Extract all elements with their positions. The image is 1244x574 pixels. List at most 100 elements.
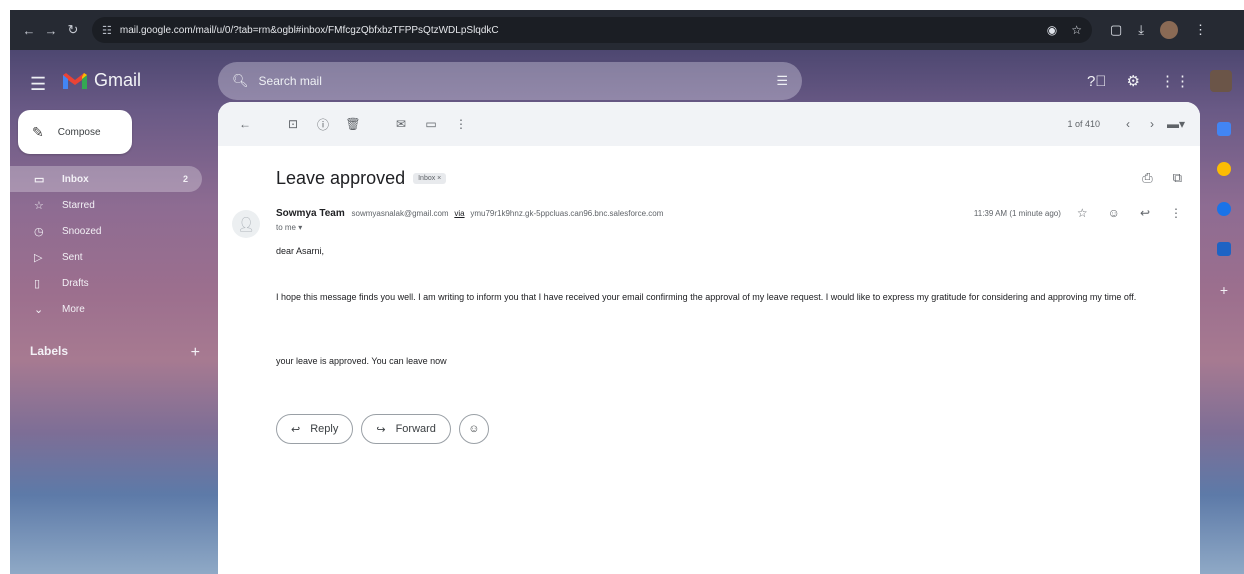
sender-line: Sowmya Team sowmyasnalak@gmail.com via y… [276,208,663,219]
sidebar-item-snoozed[interactable]: ◷ Snoozed [10,218,202,244]
sidebar-item-more[interactable]: ⌄ More [10,296,202,322]
sender-email: sowmyasnalak@gmail.com [351,209,449,218]
sender-avatar-person-icon: 👤︎ [232,210,260,238]
delete-trash-icon[interactable]: 🗑︎ [338,117,368,131]
bookmark-star-icon[interactable]: ☆ [1071,23,1082,37]
sidebar-item-label: Drafts [62,277,89,289]
reply-arrow-icon[interactable]: ↩ [1140,206,1150,220]
pencil-icon: ✎ [32,123,44,140]
smiley-icon: ☺ [468,423,480,435]
archive-icon[interactable]: ⊡ [278,117,308,131]
browser-actions: ▢ ⤓ ⋮ [1110,21,1207,39]
address-bar[interactable]: ☷ mail.google.com/mail/u/0/?tab=rm&ogbl#… [92,17,1092,43]
sidebar-item-label: More [62,303,85,315]
chevron-down-icon: ⌄ [34,303,44,316]
emoji-react-button[interactable]: ☺ [458,414,489,444]
gmail-wordmark: Gmail [94,70,142,90]
sidebar-item-sent[interactable]: ▷ Sent [10,244,202,270]
site-settings-icon[interactable]: ☷ [102,24,112,37]
eye-icon[interactable]: ◉ [1047,23,1057,37]
search-options-icon[interactable]: ☰ [776,73,788,89]
subject-actions: ⎙ ⧉ [1142,170,1182,186]
gmail-header: ☰ Gmail 🔍︎ Search mail ☰ ?⃝ ⚙ ⋮⋮ [10,50,1244,108]
download-icon[interactable]: ⤓ [1138,22,1144,38]
star-icon: ☆ [34,199,44,212]
move-to-folder-icon[interactable]: ▭ [416,117,446,131]
message-timestamp: 11:39 AM (1 minute ago) [973,208,1061,218]
newer-chevron-left-icon[interactable]: ‹ [1116,117,1140,131]
keep-icon[interactable] [1217,162,1231,176]
sender-name: Sowmya Team [276,208,345,219]
forward-arrow-icon[interactable]: → [40,23,62,38]
message-toolbar: ← ⊡ ⓘ 🗑︎ ✉ ▭ ⋮ 1 of 410 ‹ › ▬▾ [218,102,1200,146]
calendar-icon[interactable] [1217,122,1231,136]
reply-button[interactable]: ↩ Reply [276,414,354,444]
gmail-logo[interactable]: Gmail [62,70,141,91]
browser-menu-icon[interactable]: ⋮ [1194,22,1207,38]
sidebar-item-drafts[interactable]: ▯ Drafts [10,270,202,296]
browser-profile-avatar[interactable] [1160,21,1179,39]
star-toggle-icon[interactable]: ☆ [1077,206,1088,220]
clock-icon: ◷ [34,225,44,238]
compose-button[interactable]: ✎ Compose [18,110,132,154]
browser-toolbar: ← → ↻ ☷ mail.google.com/mail/u/0/?tab=rm… [10,10,1244,50]
subject-row: Leave approved Inbox × [276,168,447,189]
unread-count: 2 [182,174,188,184]
more-options-icon[interactable]: ⋮ [446,117,476,131]
contacts-icon[interactable] [1217,242,1231,256]
reply-actions: ↩ Reply ↪ Forward ☺ [276,414,489,444]
sidebar-item-label: Snoozed [62,225,102,237]
forward-button[interactable]: ↪ Forward [361,414,451,444]
message-greeting: dear Asarni, [276,246,325,256]
message-panel: ← ⊡ ⓘ 🗑︎ ✉ ▭ ⋮ 1 of 410 ‹ › ▬▾ Leave app… [218,102,1200,574]
search-bar[interactable]: 🔍︎ Search mail ☰ [218,62,802,100]
side-panel: + [1204,108,1244,338]
sidebar-item-inbox[interactable]: ▭ Inbox 2 [10,166,202,192]
compose-label: Compose [57,126,101,138]
back-arrow-icon[interactable]: ← [18,23,40,38]
message-actions: 11:39 AM (1 minute ago) ☆ ☺ ↩ ⋮ [974,206,1182,220]
forward-label: Forward [395,423,436,435]
message-paragraph-2: your leave is approved. You can leave no… [276,356,447,366]
help-icon[interactable]: ?⃝ [1087,73,1107,90]
forward-icon: ↪ [376,423,386,436]
draft-icon: ▯ [34,277,41,290]
labels-heading: Labels [30,344,69,358]
recipient-details-toggle[interactable]: to me ▾ [276,223,302,232]
reply-icon: ↩ [291,423,301,436]
search-icon[interactable]: 🔍︎ [232,73,249,89]
print-icon[interactable]: ⎙ [1142,170,1152,186]
keyboard-input-tools-icon[interactable]: ▬▾ [1164,117,1188,131]
inbox-label-chip[interactable]: Inbox × [413,173,447,184]
more-vert-icon[interactable]: ⋮ [1170,206,1182,220]
emoji-reaction-icon[interactable]: ☺ [1108,206,1120,220]
get-addons-plus-icon[interactable]: + [1220,282,1228,298]
report-spam-icon[interactable]: ⓘ [308,116,338,133]
sidebar-nav: ▭ Inbox 2 ☆ Starred ◷ Snoozed ▷ Sent ▯ D… [10,166,210,322]
browser-window: ← → ↻ ☷ mail.google.com/mail/u/0/?tab=rm… [10,10,1244,574]
sidebar-item-label: Starred [62,199,95,211]
gmail-m-icon [62,72,88,90]
search-input[interactable]: Search mail [259,74,777,88]
sidebar-item-label: Inbox [62,173,89,185]
message-paragraph-1: I hope this message finds you well. I am… [276,292,1137,302]
sidebar-item-label: Sent [62,251,83,263]
older-chevron-right-icon[interactable]: › [1140,117,1164,131]
main-menu-icon[interactable]: ☰ [30,74,46,95]
tasks-icon[interactable] [1217,202,1231,216]
settings-gear-icon[interactable]: ⚙ [1127,72,1140,90]
labels-section: Labels + [30,344,200,362]
back-to-inbox-arrow-icon[interactable]: ← [230,117,260,131]
inbox-icon: ▭ [34,173,45,186]
apps-grid-icon[interactable]: ⋮⋮ [1160,72,1190,90]
open-new-window-icon[interactable]: ⧉ [1173,170,1182,186]
message-subject: Leave approved [276,168,406,188]
mark-unread-envelope-icon[interactable]: ✉ [386,117,416,131]
reload-icon[interactable]: ↻ [62,22,84,38]
sidebar-item-starred[interactable]: ☆ Starred [10,192,202,218]
via-link[interactable]: via [454,209,464,218]
reply-label: Reply [310,423,339,435]
add-label-plus-icon[interactable]: + [191,344,200,362]
extensions-icon[interactable]: ▢ [1110,22,1122,38]
account-avatar[interactable] [1210,70,1232,92]
